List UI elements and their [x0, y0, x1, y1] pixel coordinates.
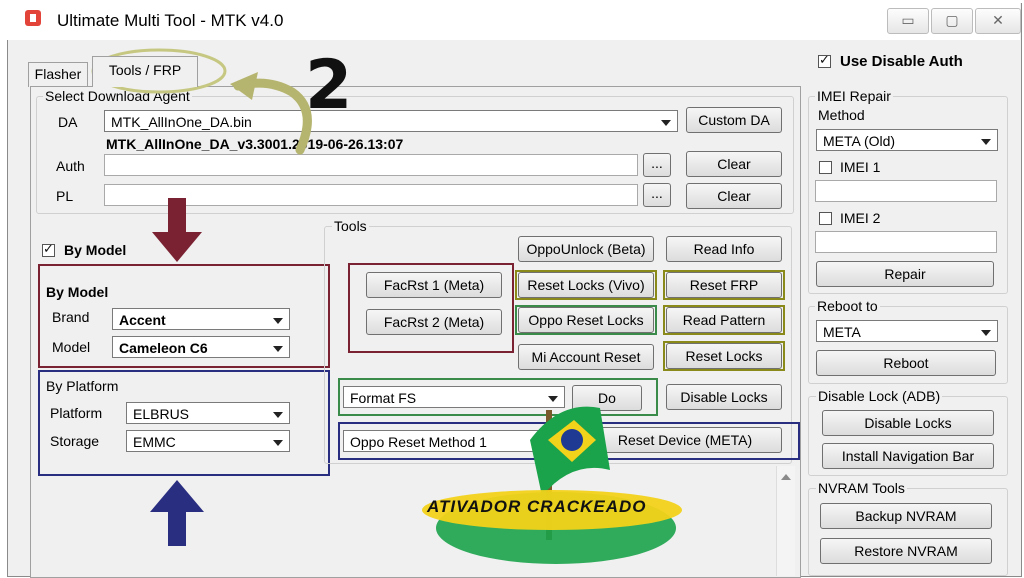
tab-tools-frp[interactable]: Tools / FRP: [92, 56, 198, 87]
curved-arrow-head-icon: [230, 72, 258, 100]
annotation-number-two: 2: [305, 46, 353, 125]
up-arrow-shaft-icon: [168, 508, 186, 546]
down-arrow-shaft-icon: [168, 198, 186, 236]
watermark-text: ATIVADOR CRACKEADO: [427, 497, 647, 516]
flag-globe-icon: [561, 429, 583, 451]
up-arrow-icon: [150, 480, 204, 512]
screenshot-frame: Ultimate Multi Tool - MTK v4.0 ▭ ▢ ✕ Fla…: [0, 0, 1024, 578]
down-arrow-icon: [152, 232, 202, 262]
